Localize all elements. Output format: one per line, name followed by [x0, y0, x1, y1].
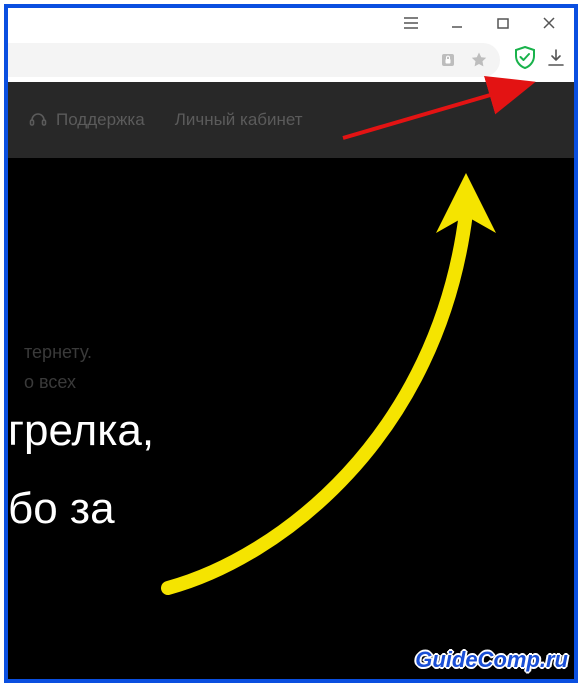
- minimize-icon: [451, 17, 463, 29]
- window-titlebar: [8, 8, 574, 38]
- faded-text-line-2: о всех: [24, 368, 76, 396]
- bookmark-star-icon[interactable]: [470, 51, 488, 69]
- minimize-button[interactable]: [434, 8, 480, 38]
- nav-account[interactable]: Личный кабинет: [175, 110, 303, 130]
- nav-support[interactable]: Поддержка: [28, 110, 145, 130]
- faded-text-line-1: тернету.: [24, 338, 92, 366]
- headline-line-1: грелка,: [8, 400, 154, 462]
- browser-toolbar: [8, 38, 574, 82]
- close-button[interactable]: [526, 8, 572, 38]
- lock-icon: [440, 52, 456, 68]
- site-nav: Поддержка Личный кабинет: [8, 82, 574, 158]
- adguard-shield-icon[interactable]: [514, 46, 536, 75]
- headline-line-2: бо за: [8, 478, 115, 540]
- headset-icon: [28, 110, 48, 130]
- maximize-icon: [497, 17, 509, 29]
- address-bar[interactable]: [8, 43, 500, 77]
- nav-account-label: Личный кабинет: [175, 110, 303, 130]
- hamburger-icon: [404, 17, 418, 29]
- watermark: GuideComp.ru: [415, 647, 568, 673]
- nav-support-label: Поддержка: [56, 110, 145, 130]
- maximize-button[interactable]: [480, 8, 526, 38]
- menu-button[interactable]: [388, 8, 434, 38]
- close-icon: [543, 17, 555, 29]
- download-icon[interactable]: [548, 49, 564, 72]
- webpage-content: Поддержка Личный кабинет тернету. о всех…: [8, 82, 574, 679]
